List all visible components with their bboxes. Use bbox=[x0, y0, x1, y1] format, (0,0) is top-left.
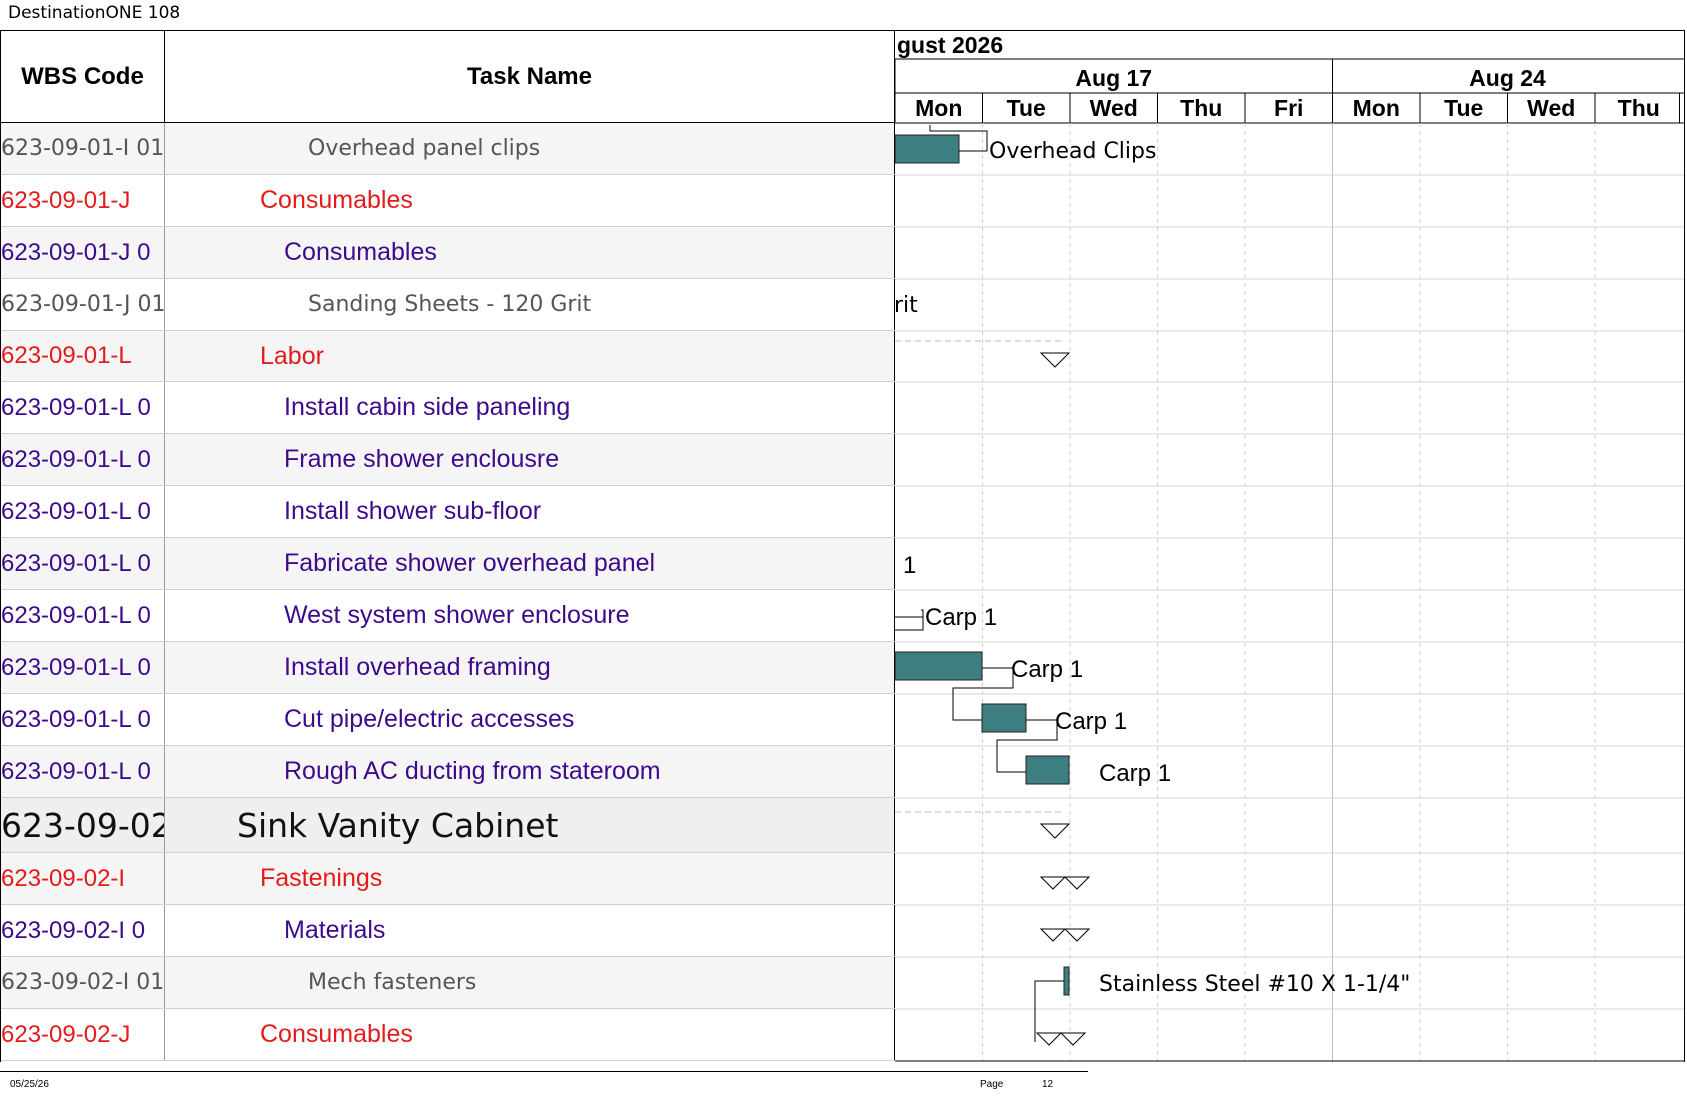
table-row[interactable]: 623-09-01-J 0 Consumables bbox=[1, 227, 895, 279]
table-row[interactable]: 623-09-01-J Consumables bbox=[1, 175, 895, 227]
bar-label: Overhead Clips bbox=[989, 139, 1156, 164]
gantt-chart: gust 2026 Aug 17 Aug 24 Mon Tue Wed Thu Fri Mon T… bbox=[895, 31, 1684, 1062]
task-name-cell: Cut pipe/electric accesses bbox=[165, 694, 895, 745]
wbs-code-cell: 623-09-01-L 0 bbox=[1, 694, 165, 745]
table-row[interactable]: 623-09-01-L 0 Frame shower enclousre bbox=[1, 434, 895, 486]
table-row[interactable]: 623-09-01-L 0 Install overhead framing bbox=[1, 642, 895, 694]
wbs-code-cell: 623-09-01-I 01 bbox=[1, 123, 165, 174]
wbs-code-cell: 623-09-01-J bbox=[1, 175, 165, 226]
gantt-sheet: WBS Code Task Name 623-09-01-I 01 Overhea… bbox=[0, 30, 1685, 1062]
task-name-column-header[interactable]: Task Name bbox=[165, 31, 895, 123]
bar-label: Carp 1 bbox=[925, 604, 997, 631]
bar-label: Carp 1 bbox=[1055, 708, 1127, 735]
day-label: Tue bbox=[1444, 95, 1483, 121]
day-label: Wed bbox=[1090, 95, 1138, 121]
wbs-column-header[interactable]: WBS Code bbox=[1, 31, 165, 123]
footer-page-number: 12 bbox=[1042, 1079, 1054, 1090]
summary-marker bbox=[1035, 1032, 1063, 1046]
footer-date: 05/25/26 bbox=[10, 1079, 49, 1090]
summary-marker bbox=[1063, 928, 1091, 942]
task-name-cell: Frame shower enclousre bbox=[165, 434, 895, 485]
bar-label: rit bbox=[895, 293, 918, 318]
summary-marker bbox=[1039, 352, 1071, 368]
wbs-code-cell: 623-09-01-L 0 bbox=[1, 746, 165, 797]
footer-page-label: Page bbox=[980, 1079, 1004, 1090]
task-name-cell: Sink Vanity Cabinet bbox=[165, 798, 895, 852]
day-label: Thu bbox=[1618, 95, 1660, 121]
task-name-cell: Install shower sub-floor bbox=[165, 486, 895, 537]
wbs-code-cell: 623-09-01-L bbox=[1, 331, 165, 381]
wbs-code-cell: 623-09-01-L 0 bbox=[1, 590, 165, 641]
wbs-code-cell: 623-09-01-J 01 bbox=[1, 279, 165, 330]
task-name-cell: Materials bbox=[165, 905, 895, 956]
wbs-code-cell: 623-09-01-L 0 bbox=[1, 382, 165, 433]
wbs-code-cell: 623-09-02-I 0 bbox=[1, 905, 165, 956]
task-name-cell: Mech fasteners bbox=[165, 957, 895, 1008]
day-label: Thu bbox=[1180, 95, 1222, 121]
day-label: Mon bbox=[1353, 95, 1400, 121]
table-row[interactable]: 623-09-01-L 0 West system shower enclosur… bbox=[1, 590, 895, 642]
table-row[interactable]: 623-09-01-L 0 Cut pipe/electric accesses bbox=[1, 694, 895, 746]
table-row[interactable]: 623-09-01-I 01 Overhead panel clips bbox=[1, 123, 895, 175]
table-row[interactable]: 623-09-01-L 0 Install shower sub-floor bbox=[1, 486, 895, 538]
task-name-cell: Labor bbox=[165, 331, 895, 381]
bar-label: 1 bbox=[903, 552, 916, 579]
document-title: DestinationONE 108 bbox=[8, 3, 181, 23]
table-row[interactable]: 623-09-01-L 0 Install cabin side paneling bbox=[1, 382, 895, 434]
day-label: Fri bbox=[1274, 95, 1303, 121]
wbs-code-cell: 623-09-02-I 01 bbox=[1, 957, 165, 1008]
task-name-cell: Fabricate shower overhead panel bbox=[165, 538, 895, 589]
task-bar bbox=[981, 703, 1027, 733]
week-label: Aug 17 bbox=[1075, 65, 1152, 91]
task-name-cell: Overhead panel clips bbox=[165, 123, 895, 174]
task-name-cell: Sanding Sheets - 120 Grit bbox=[165, 279, 895, 330]
wbs-code-cell: 623-09-01-L 0 bbox=[1, 538, 165, 589]
table-row[interactable]: 623-09-02-I Fastenings bbox=[1, 853, 895, 905]
month-label: gust 2026 bbox=[897, 32, 1003, 58]
week-label: Aug 24 bbox=[1469, 65, 1546, 91]
table-row[interactable]: 623-09-01-L 0 Fabricate shower overhead p… bbox=[1, 538, 895, 590]
day-label: Tue bbox=[1007, 95, 1046, 121]
task-name-cell: Consumables bbox=[165, 1009, 895, 1060]
table-row[interactable]: 623-09-01-L 0 Rough AC ducting from state… bbox=[1, 746, 895, 798]
bar-label: Stainless Steel #10 X 1-1/4" bbox=[1099, 972, 1410, 997]
task-name-cell: Consumables bbox=[165, 227, 895, 278]
wbs-code-cell: 623-09-01-L 0 bbox=[1, 434, 165, 485]
task-name-cell: Fastenings bbox=[165, 853, 895, 904]
footer-rule bbox=[0, 1071, 1088, 1072]
task-name-cell: Consumables bbox=[165, 175, 895, 226]
wbs-code-cell: 623-09-01-L 0 bbox=[1, 486, 165, 537]
task-bar bbox=[1025, 755, 1070, 785]
wbs-code-cell: 623-09-02-J bbox=[1, 1009, 165, 1060]
wbs-code-cell: 623-09-01-J 0 bbox=[1, 227, 165, 278]
dependency-link bbox=[895, 609, 924, 631]
task-name-cell: Install cabin side paneling bbox=[165, 382, 895, 433]
table-row[interactable]: 623-09-02-J Consumables bbox=[1, 1009, 895, 1061]
task-bar bbox=[895, 134, 960, 164]
summary-marker bbox=[1039, 823, 1071, 839]
wbs-code-cell: 623-09-02-I bbox=[1, 853, 165, 904]
task-name-cell: West system shower enclosure bbox=[165, 590, 895, 641]
summary-marker bbox=[1039, 928, 1067, 942]
task-bar bbox=[895, 651, 983, 681]
wbs-code-cell: 623-09-01-L 0 bbox=[1, 642, 165, 693]
bar-label: Carp 1 bbox=[1011, 656, 1083, 683]
table-row[interactable]: 623-09-02-I 0 Materials bbox=[1, 905, 895, 957]
table-row[interactable]: 623-09-02 Sink Vanity Cabinet bbox=[1, 798, 895, 853]
summary-marker bbox=[1039, 876, 1067, 890]
day-label: Mon bbox=[915, 95, 962, 121]
task-bar bbox=[1063, 966, 1070, 996]
table-row[interactable]: 623-09-01-J 01 Sanding Sheets - 120 Grit bbox=[1, 279, 895, 331]
table-row[interactable]: 623-09-01-L Labor bbox=[1, 331, 895, 382]
task-name-cell: Rough AC ducting from stateroom bbox=[165, 746, 895, 797]
table-row[interactable]: 623-09-02-I 01 Mech fasteners bbox=[1, 957, 895, 1009]
bar-label: Carp 1 bbox=[1099, 760, 1171, 787]
day-label: Wed bbox=[1527, 95, 1575, 121]
task-name-cell: Install overhead framing bbox=[165, 642, 895, 693]
gantt-timeline: gust 2026 Aug 17 Aug 24 Mon Tue Wed Thu Fri Mon T… bbox=[895, 32, 1684, 1062]
wbs-code-cell: 623-09-02 bbox=[1, 798, 165, 852]
summary-marker bbox=[1059, 1032, 1087, 1046]
summary-marker bbox=[1063, 876, 1091, 890]
